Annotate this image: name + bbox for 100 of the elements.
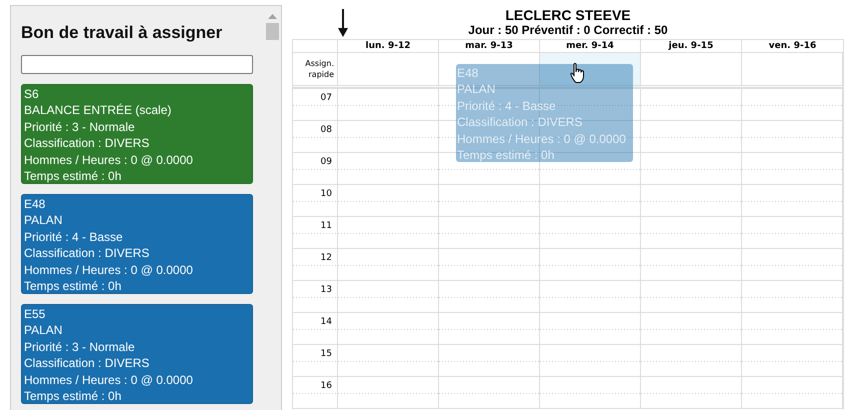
card-line: Temps estimé : 0h [24, 168, 122, 184]
card-line: PALAN [457, 81, 496, 98]
quick-assign-cell[interactable] [540, 53, 641, 88]
time-slot-cell[interactable] [742, 216, 843, 248]
work-order-card[interactable]: E55 PALAN Priorité : 3 - Normale Classification : DIVERS Hommes / Heures : 0 @ 0.0000 Temps estimé : 0h [21, 304, 253, 404]
time-slot-cell[interactable] [641, 344, 742, 376]
time-slot-cell[interactable] [439, 280, 540, 312]
time-slot-cell[interactable] [540, 376, 641, 408]
hour-label: 09 [320, 156, 333, 167]
card-line: Hommes / Heures : 0 @ 0.0000 [24, 262, 193, 278]
calendar-title: LECLERC STEEVE [504, 8, 632, 23]
time-slot-cell[interactable] [641, 120, 742, 152]
card-line: Priorité : 3 - Normale [24, 118, 135, 136]
card-line: E48 [24, 196, 46, 212]
time-slot-cell[interactable] [338, 376, 439, 408]
quick-assign-cell[interactable] [338, 53, 439, 88]
time-slot-cell[interactable] [338, 88, 439, 120]
time-slot-cell[interactable] [641, 376, 742, 408]
time-slot-cell[interactable] [439, 344, 540, 376]
card-line: Temps estimé : 0h [457, 147, 554, 164]
calendar-summary: Jour : 50 Préventif : 0 Correctif : 50 [467, 23, 669, 37]
card-line: Priorité : 4 - Basse [457, 98, 556, 114]
time-slot-cell[interactable] [338, 184, 439, 216]
time-slot-cell[interactable] [540, 312, 641, 344]
down-arrow-icon [338, 9, 348, 37]
hand-cursor-icon [570, 63, 586, 83]
time-slot-cell[interactable] [742, 376, 843, 408]
time-slot-cell[interactable] [641, 280, 742, 312]
card-line: PALAN [24, 322, 62, 339]
hour-label: 10 [320, 188, 333, 199]
sidebar-title: Bon de travail à assigner [21, 23, 224, 44]
time-slot-cell[interactable] [641, 248, 742, 280]
time-slot-cell[interactable] [742, 344, 843, 376]
time-slot-cell[interactable] [742, 88, 843, 120]
time-slot-cell[interactable] [439, 248, 540, 280]
hour-label: 13 [320, 284, 333, 295]
time-slot-cell[interactable] [439, 152, 540, 184]
search-field[interactable] [21, 55, 253, 74]
time-slot-cell[interactable] [338, 216, 439, 248]
work-order-card[interactable]: S6 BALANCE ENTRÉE (scale) Priorité : 3 - Normale Classification : DIVERS Hommes / Heures : 0 @ 0.0000 Temps estimé : 0h [21, 84, 253, 184]
quick-assign-label: Assign. rapide [304, 58, 335, 80]
card-line: S6 [24, 86, 39, 102]
time-slot-cell[interactable] [540, 248, 641, 280]
day-header: jeu. 9-15 [668, 41, 714, 51]
day-header: ven. 9-16 [768, 41, 816, 51]
time-slot-cell[interactable] [338, 248, 439, 280]
time-slot-cell[interactable] [338, 152, 439, 184]
time-slot-cell[interactable] [338, 280, 439, 312]
time-slot-cell[interactable] [641, 184, 742, 216]
day-header: mar. 9-13 [465, 41, 513, 51]
hour-label: 16 [320, 380, 333, 391]
day-header: mer. 9-14 [566, 41, 614, 51]
time-slot-cell[interactable] [338, 120, 439, 152]
hour-label: 07 [320, 92, 333, 103]
hour-label: 14 [320, 316, 333, 327]
quick-assign-cell[interactable] [742, 53, 843, 88]
card-line: Classification : DIVERS [24, 135, 150, 152]
time-slot-cell[interactable] [641, 88, 742, 120]
time-slot-cell[interactable] [338, 344, 439, 376]
quick-assign-cell[interactable] [641, 53, 742, 88]
scroll-thumb[interactable] [266, 23, 279, 40]
time-slot-cell[interactable] [742, 120, 843, 152]
card-line: Hommes / Heures : 0 @ 0.0000 [457, 130, 626, 148]
card-line: Priorité : 3 - Normale [24, 338, 135, 356]
time-slot-cell[interactable] [641, 216, 742, 248]
time-slot-cell[interactable] [439, 184, 540, 216]
time-slot-cell[interactable] [439, 216, 540, 248]
scroll-up-icon[interactable] [268, 14, 277, 19]
card-line: BALANCE ENTRÉE (scale) [24, 102, 172, 119]
time-slot-cell[interactable] [540, 344, 641, 376]
time-slot-cell[interactable] [540, 152, 641, 184]
card-line: Classification : DIVERS [24, 245, 150, 262]
work-order-card[interactable]: E48 PALAN Priorité : 4 - Basse Classification : DIVERS Hommes / Heures : 0 @ 0.0000 Temps estimé : 0h [21, 194, 253, 294]
time-slot-cell[interactable] [540, 216, 641, 248]
time-slot-cell[interactable] [540, 184, 641, 216]
card-line: Hommes / Heures : 0 @ 0.0000 [24, 372, 193, 388]
card-line: PALAN [24, 212, 62, 229]
card-line: E48 [457, 65, 478, 82]
hour-label: 12 [320, 252, 333, 263]
card-line: Temps estimé : 0h [24, 388, 122, 404]
time-slot-cell[interactable] [742, 280, 843, 312]
time-slot-cell[interactable] [742, 184, 843, 216]
time-slot-cell[interactable] [439, 376, 540, 408]
time-slot-cell[interactable] [641, 312, 742, 344]
hour-label: 11 [320, 220, 333, 231]
day-header: lun. 9-12 [366, 41, 410, 51]
time-slot-cell[interactable] [439, 312, 540, 344]
hour-label: 15 [320, 348, 333, 359]
card-line: Temps estimé : 0h [24, 278, 122, 294]
card-line: E55 [24, 306, 46, 322]
hour-label: 08 [320, 124, 333, 135]
time-slot-cell[interactable] [742, 312, 843, 344]
card-line: Classification : DIVERS [24, 355, 150, 372]
time-slot-cell[interactable] [742, 152, 843, 184]
card-line: Priorité : 4 - Basse [24, 228, 123, 246]
time-slot-cell[interactable] [641, 152, 742, 184]
time-slot-cell[interactable] [338, 312, 439, 344]
time-slot-cell[interactable] [540, 280, 641, 312]
card-line: Hommes / Heures : 0 @ 0.0000 [24, 152, 193, 168]
time-slot-cell[interactable] [742, 248, 843, 280]
